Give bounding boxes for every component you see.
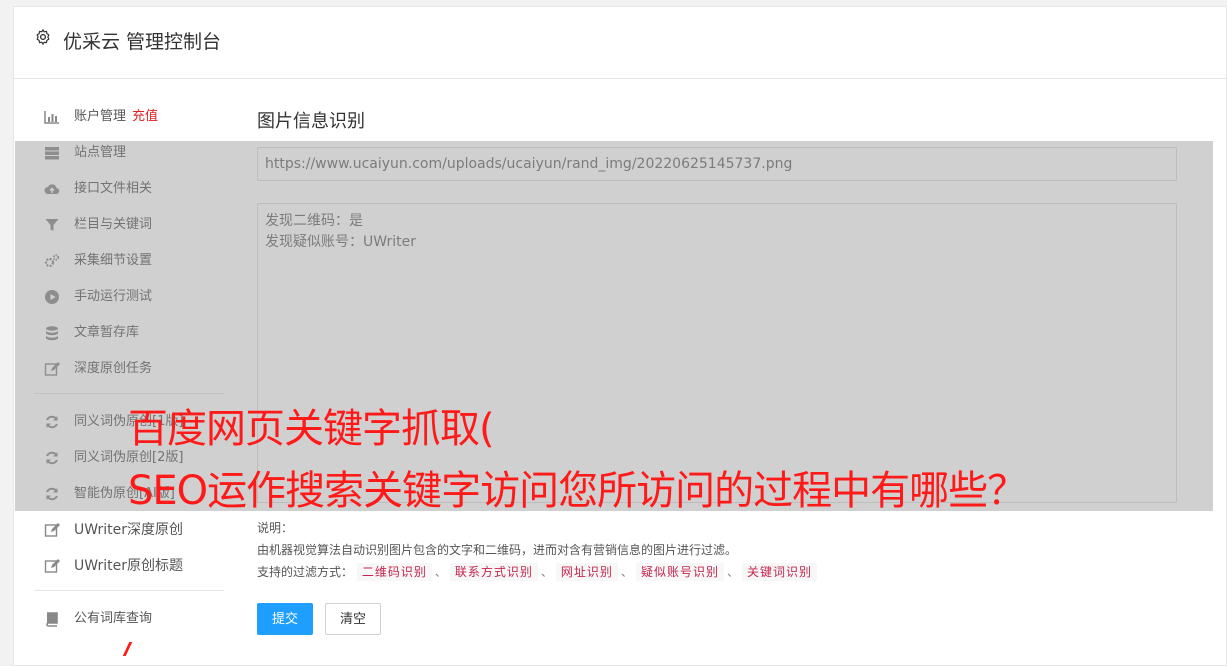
filter-tag: 二维码识别 — [356, 563, 432, 581]
sidebar-item-public-lexicon[interactable]: 公有词库查询 — [34, 601, 224, 637]
sidebar-item-label: UWriter原创标题 — [74, 558, 183, 574]
submit-button[interactable]: 提交 — [257, 603, 314, 635]
book-icon — [46, 612, 58, 627]
description-block: 说明： 由机器视觉算法自动识别图片包含的文字和二维码，进而对含有营销信息的图片进… — [257, 517, 1177, 583]
sidebar-item-account[interactable]: 账户管理 充值 — [34, 99, 224, 135]
filter-tag: 疑似账号识别 — [635, 563, 724, 581]
overlay-caption: 百度网页关键字抓取( SEO运作搜索关键字访问您所访问的过程中有哪些？ — [128, 398, 1218, 522]
clear-button[interactable]: 清空 — [325, 603, 382, 635]
main-content: 图片信息识别 https://www.ucaiyun.com/uploads/u… — [257, 107, 1177, 635]
note-description: 由机器视觉算法自动识别图片包含的文字和二维码，进而对含有营销信息的图片进行过滤。 — [257, 543, 738, 557]
page-title: 优采云 管理控制台 — [63, 31, 222, 53]
recharge-link[interactable]: 充值 — [132, 109, 158, 124]
sidebar-item-uwriter-title[interactable]: UWriter原创标题 — [34, 548, 224, 584]
filter-methods: 支持的过滤方式： 二维码识别、联系方式识别、网址识别、疑似账号识别、关键词识别 — [257, 561, 1177, 583]
filter-tag: 联系方式识别 — [449, 563, 538, 581]
sidebar-item-label: 公有词库查询 — [74, 611, 153, 626]
bar-chart-icon — [44, 111, 59, 124]
overlay-line-1: 百度网页关键字抓取( — [128, 406, 495, 452]
edit-icon — [44, 559, 60, 573]
filter-separator: 、 — [540, 565, 553, 579]
filter-separator: 、 — [620, 565, 633, 579]
page-header: 优采云 管理控制台 — [14, 7, 1226, 79]
section-title: 图片信息识别 — [257, 111, 365, 132]
filter-tag: 网址识别 — [555, 563, 618, 581]
gear-icon — [36, 29, 50, 45]
sidebar-item-label: 账户管理 — [74, 109, 127, 124]
filter-separator: 、 — [434, 565, 447, 579]
sidebar-divider — [34, 590, 224, 591]
overlay-line-2: SEO运作搜索关键字访问您所访问的过程中有哪些？ — [128, 468, 1027, 514]
filter-tag: 关键词识别 — [741, 563, 817, 581]
filter-label: 支持的过滤方式： — [257, 565, 354, 579]
edit-icon — [44, 523, 60, 537]
filter-separator: 、 — [726, 565, 739, 579]
